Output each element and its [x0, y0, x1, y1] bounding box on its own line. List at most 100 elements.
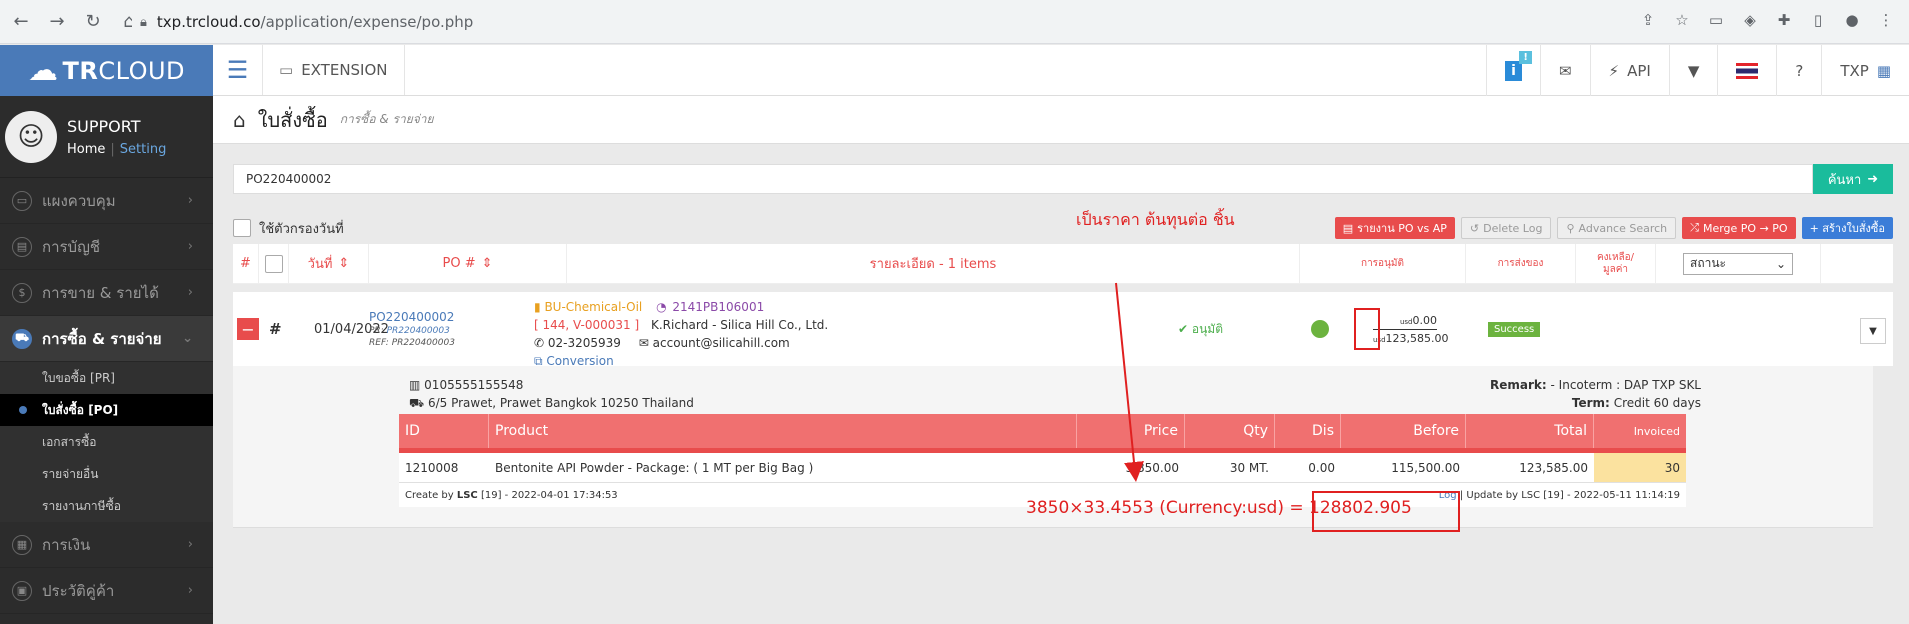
approve-status: ✔ อนุมัติ: [1178, 320, 1223, 339]
date-filter-checkbox[interactable]: [233, 219, 251, 237]
chevron-right-icon: ›: [187, 583, 193, 598]
page-title: ใบสั่งซื้อ: [257, 107, 328, 132]
sidebar-sub-purchase-tax[interactable]: รายงานภาษีซื้อ: [0, 490, 213, 522]
status-select-label: สถานะ: [1690, 256, 1726, 270]
phone-icon: ✆: [534, 336, 545, 350]
sidebar-item-label: ประวัติคู่ค้า: [42, 581, 115, 600]
report-btn-label: รายงาน PO vs AP: [1357, 222, 1447, 235]
book-icon: ▤: [12, 236, 32, 257]
sidebar-item-contacts[interactable]: ▣ ประวัติคู่ค้า ›: [0, 568, 213, 614]
col-status: สถานะ ⌄: [1656, 243, 1821, 284]
cell-dis: 0.00: [1308, 460, 1335, 475]
address-bar[interactable]: 🔒︎ txp.trcloud.co /application/expense/p…: [132, 7, 1648, 37]
setting-link[interactable]: Setting: [120, 142, 167, 157]
puzzle-icon[interactable]: ✚: [1773, 9, 1795, 31]
row-hash: #: [269, 320, 282, 338]
th-invoiced: Invoiced: [1633, 424, 1680, 438]
term-line: Term: Credit 60 days: [1572, 396, 1701, 410]
truck-icon: ⛟: [409, 396, 425, 410]
pie-icon: ◔: [656, 300, 667, 314]
search-input[interactable]: PO220400002: [233, 164, 1813, 194]
address-line: ⛟ 6/5 Prawet, Prawet Bangkok 10250 Thail…: [409, 396, 694, 412]
sidebar-item-dashboard[interactable]: ▭ แผงควบคุม ›: [0, 178, 213, 224]
search-button[interactable]: ค้นหา ➜: [1813, 164, 1893, 194]
delete-log-button[interactable]: ↺ Delete Log: [1460, 217, 1552, 239]
menu-dots-icon[interactable]: ⋮: [1875, 9, 1897, 31]
advance-search-label: Advance Search: [1578, 221, 1668, 235]
col-po-number[interactable]: PO # ⇕: [369, 243, 567, 284]
remain-currency: usd: [1399, 318, 1413, 326]
chevron-right-icon: ›: [187, 537, 193, 552]
sidebar-sub-po[interactable]: ใบสั่งซื้อ [PO]: [0, 394, 213, 426]
mail-button[interactable]: ✉: [1539, 45, 1590, 96]
mail-icon: ✉: [1558, 61, 1572, 80]
company-button[interactable]: TXP ▦: [1821, 45, 1909, 96]
forward-icon[interactable]: →: [42, 7, 72, 37]
home-icon[interactable]: ⌂: [233, 108, 246, 132]
shield-extension-icon[interactable]: ◈: [1739, 9, 1761, 31]
bu-label: BU-Chemical-Oil: [544, 300, 643, 314]
col-remain-line2: มูลค่า: [1602, 263, 1629, 275]
pr-link[interactable]: PR220400003: [387, 326, 450, 336]
dropdown-button[interactable]: ▼: [1668, 45, 1718, 96]
info-icon: i!: [1505, 50, 1532, 81]
remark-value: - Incoterm : DAP TXP SKL: [1550, 378, 1701, 392]
info-button[interactable]: i!: [1486, 45, 1540, 96]
vendor-email: account@silicahill.com: [652, 336, 790, 350]
create-po-button[interactable]: + สร้างใบสั่งซื้อ: [1801, 217, 1893, 239]
chevron-right-icon: ›: [187, 239, 193, 254]
term-label: Term:: [1571, 396, 1610, 410]
cell-invoiced: 30: [1594, 453, 1686, 482]
help-button[interactable]: ?: [1776, 45, 1821, 96]
home-link[interactable]: Home: [67, 142, 105, 157]
col-approve: การอนุมัติ: [1300, 243, 1466, 284]
col-delivery: การส่งของ: [1466, 243, 1576, 284]
status-select[interactable]: สถานะ ⌄: [1683, 252, 1793, 275]
collapse-row-button[interactable]: −: [237, 318, 259, 340]
chevron-right-icon: ›: [187, 285, 193, 300]
reload-icon[interactable]: ↻: [78, 7, 108, 37]
page-subtitle: การซื้อ & รายจ่าย: [339, 112, 434, 126]
select-all-checkbox[interactable]: [264, 254, 283, 273]
col-detail: รายละเอียด - 1 items: [567, 243, 1300, 284]
sidebar-item-label: แผงควบคุม: [42, 191, 116, 210]
po-number-link[interactable]: PO220400002: [369, 310, 455, 324]
logo-bold: TR: [62, 56, 99, 85]
plug-icon: ⚡: [1608, 61, 1620, 80]
sidebar-item-purchase[interactable]: ⛟ การซื้อ & รายจ่าย ⌄: [0, 316, 213, 362]
question-icon: ?: [1795, 61, 1804, 80]
barcode-icon: ▥: [409, 378, 421, 392]
api-button[interactable]: ⚡ API: [1589, 45, 1669, 96]
chevron-right-icon: ›: [187, 193, 193, 208]
chat-extension-icon[interactable]: ▭: [1705, 9, 1727, 31]
profile-avatar-icon[interactable]: ●: [1841, 9, 1863, 31]
advance-search-button[interactable]: ⚲ Advance Search: [1557, 217, 1677, 239]
avatar[interactable]: ☺: [5, 110, 57, 163]
caret-down-icon: ▼: [1687, 61, 1700, 80]
sidebar-sub-other-expense[interactable]: รายจ่ายอื่น: [0, 458, 213, 490]
extension-button[interactable]: ▭ EXTENSION: [263, 45, 405, 95]
url-host: txp.trcloud.co: [156, 13, 261, 31]
logo-light: CLOUD: [98, 56, 186, 85]
sidebar-item-accounting[interactable]: ▤ การบัญชี ›: [0, 224, 213, 270]
hamburger-menu-icon[interactable]: ☰: [213, 45, 263, 95]
star-icon[interactable]: ☆: [1671, 9, 1693, 31]
sidebar-sub-pr[interactable]: ใบขอซื้อ [PR]: [0, 362, 213, 394]
sidebar-item-finance[interactable]: ▦ การเงิน ›: [0, 522, 213, 568]
sidebar-sub-purchase-docs[interactable]: เอกสารซื้อ: [0, 426, 213, 458]
arrow-circle-icon: ➜: [1867, 171, 1879, 187]
language-button[interactable]: [1717, 45, 1776, 96]
sidepanel-icon[interactable]: ▯: [1807, 9, 1829, 31]
col-date[interactable]: วันที่ ⇕: [289, 243, 369, 284]
merge-po-button[interactable]: ⤮ Merge PO → PO: [1682, 217, 1796, 239]
sidebar-item-sales[interactable]: $ การขาย & รายได้ ›: [0, 270, 213, 316]
ref-value: PR220400003: [391, 338, 455, 348]
share-icon[interactable]: ⇪: [1637, 9, 1659, 31]
col-hash: #: [233, 243, 259, 284]
url-path: /application/expense/po.php: [260, 13, 474, 31]
company-label: TXP: [1840, 61, 1869, 80]
report-po-ap-button[interactable]: ▤ รายงาน PO vs AP: [1334, 217, 1455, 239]
row-action-dropdown[interactable]: ▼: [1860, 318, 1886, 344]
back-icon[interactable]: ←: [6, 7, 36, 37]
trcloud-logo[interactable]: ☁ TR CLOUD: [0, 45, 213, 96]
